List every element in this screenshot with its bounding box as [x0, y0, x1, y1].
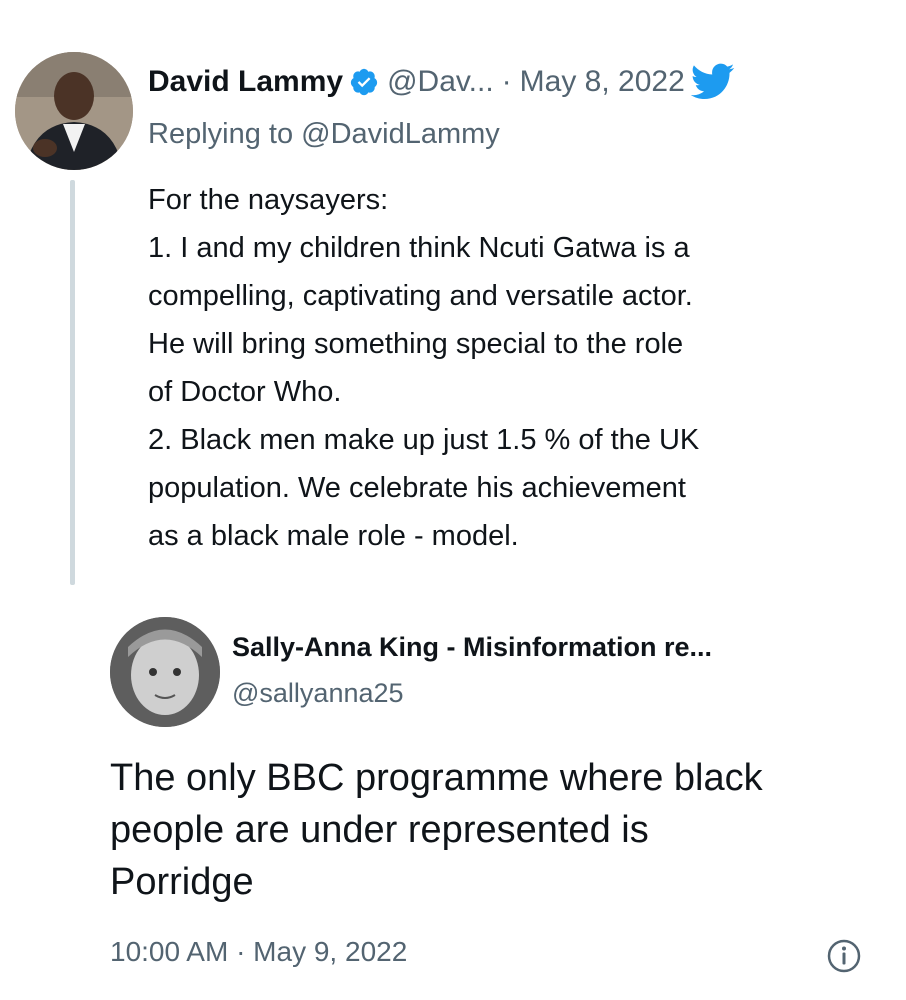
- tweet-body-line: of Doctor Who.: [148, 376, 342, 408]
- thread-line: [70, 180, 75, 585]
- tweet-body: For the naysayers: 1. I and my children …: [148, 176, 868, 560]
- tweet-body-line: 2. Black men make up just 1.5 % of the U…: [148, 424, 700, 456]
- tweet-header: David Lammy @Dav... · May 8, 2022: [148, 60, 735, 104]
- replying-to[interactable]: Replying to @DavidLammy: [148, 118, 500, 151]
- twitter-bird-icon: [690, 63, 735, 101]
- avatar-david-lammy[interactable]: [15, 52, 133, 170]
- tweet-body-line: population. We celebrate his achievement: [148, 472, 686, 504]
- separator-dot: ·: [501, 65, 512, 98]
- verified-badge-icon: [349, 67, 379, 97]
- tweet-body-line: He will bring something special to the r…: [148, 328, 684, 360]
- reply-author-name[interactable]: Sally-Anna King - Misinformation re...: [232, 632, 712, 663]
- avatar-sally-anna-king[interactable]: [110, 617, 220, 727]
- reply-body-line: Porridge: [110, 861, 254, 903]
- author-handle[interactable]: @Dav...: [387, 65, 494, 99]
- tweet-date[interactable]: May 8, 2022: [520, 65, 685, 99]
- info-icon[interactable]: [826, 938, 862, 974]
- reply-body: The only BBC programme where black peopl…: [110, 752, 890, 908]
- reply-author-handle[interactable]: @sallyanna25: [232, 678, 404, 709]
- tweet-body-line: For the naysayers:: [148, 184, 389, 216]
- reply-timestamp[interactable]: 10:00 AM · May 9, 2022: [110, 936, 407, 968]
- reply-body-line: The only BBC programme where black: [110, 757, 763, 799]
- reply-body-line: people are under represented is: [110, 809, 649, 851]
- tweet-body-line: as a black male role - model.: [148, 520, 519, 552]
- tweet-body-line: 1. I and my children think Ncuti Gatwa i…: [148, 232, 690, 264]
- tweet-body-line: compelling, captivating and versatile ac…: [148, 280, 693, 312]
- author-name[interactable]: David Lammy: [148, 65, 343, 99]
